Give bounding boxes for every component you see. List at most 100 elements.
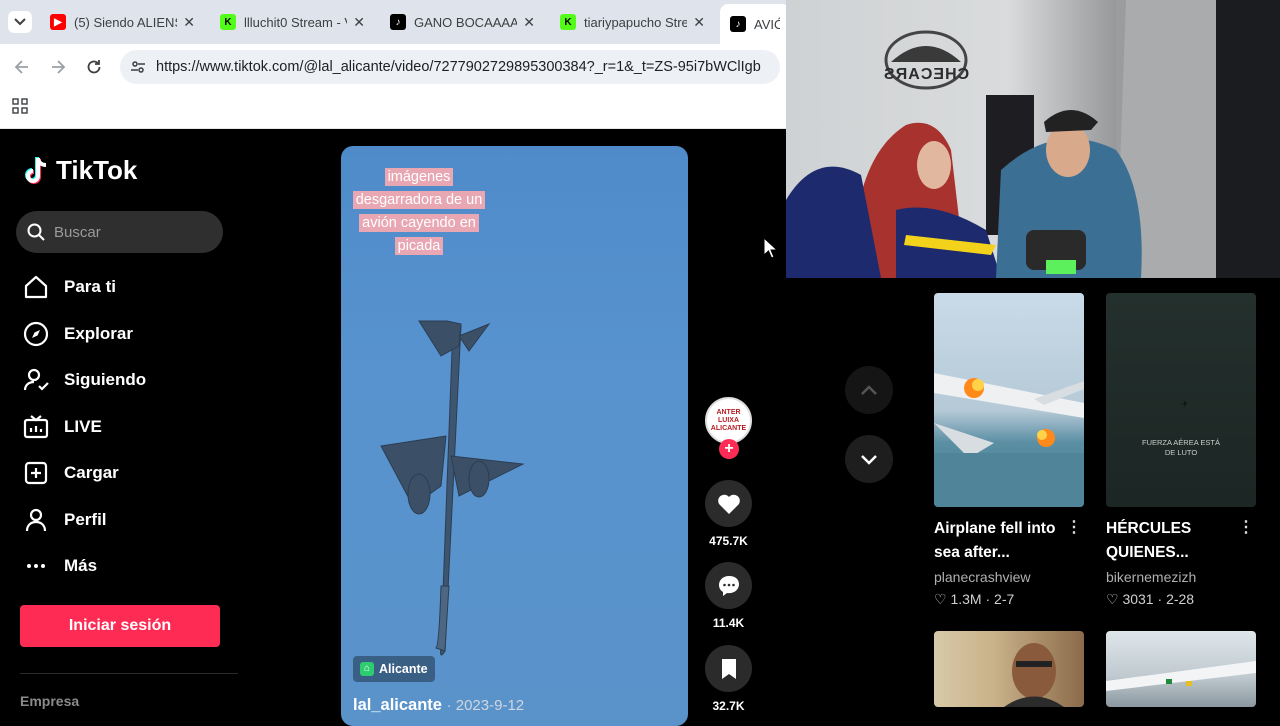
search-box[interactable] bbox=[16, 211, 223, 253]
related-video-user[interactable]: planecrashview bbox=[934, 569, 1084, 585]
author-avatar[interactable]: ANTER LUIXA ALICANTE bbox=[705, 397, 752, 444]
video-thumbnail[interactable] bbox=[1106, 631, 1256, 707]
video-thumbnail[interactable] bbox=[934, 293, 1084, 507]
video-player[interactable]: imágenes desgarradora de un avión cayend… bbox=[341, 146, 688, 726]
footer-link-empresa[interactable]: Empresa bbox=[20, 693, 79, 709]
location-pin-icon: ⌂ bbox=[360, 662, 374, 676]
related-video-card[interactable] bbox=[934, 631, 1084, 707]
wall-sign: CHECARS bbox=[883, 66, 970, 83]
airplane-thumbnail-image bbox=[1106, 661, 1256, 691]
related-video-card[interactable]: FUERZA AÉREA ESTÁ DE LUTO ✈ HÉRCULES QUI… bbox=[1106, 293, 1256, 608]
close-tab-icon[interactable]: ✕ bbox=[523, 14, 535, 31]
tiktok-logo[interactable]: TikTok bbox=[24, 155, 137, 186]
more-options-icon[interactable]: ⋮ bbox=[1238, 517, 1254, 537]
bookmark-icon bbox=[721, 658, 736, 679]
nav-perfil[interactable]: Perfil bbox=[22, 500, 107, 540]
author-name[interactable]: lal_alicante bbox=[353, 696, 442, 714]
more-options-icon[interactable]: ⋮ bbox=[1066, 517, 1082, 537]
chevron-up-icon bbox=[861, 384, 877, 395]
video-thumbnail[interactable]: FUERZA AÉREA ESTÁ DE LUTO ✈ bbox=[1106, 293, 1256, 507]
previous-video-button[interactable] bbox=[845, 366, 893, 414]
thumbnail-overlay-text: FUERZA AÉREA ESTÁ DE LUTO bbox=[1142, 438, 1220, 457]
related-video-title[interactable]: HÉRCULES QUIENES... bbox=[1106, 517, 1236, 565]
sidebar-divider bbox=[20, 673, 238, 674]
nav-explorar[interactable]: Explorar bbox=[22, 314, 133, 354]
login-button[interactable]: Iniciar sesión bbox=[20, 605, 220, 647]
live-icon bbox=[22, 413, 50, 441]
save-action: 32.7K bbox=[705, 645, 752, 713]
related-video-user[interactable]: bikernemezizh bbox=[1106, 569, 1256, 585]
address-bar[interactable]: https://www.tiktok.com/@lal_alicante/vid… bbox=[120, 50, 780, 84]
location-tag[interactable]: ⌂ Alicante bbox=[353, 656, 435, 682]
airplane-crash-thumbnail-image bbox=[934, 373, 1084, 507]
close-tab-icon[interactable]: ✕ bbox=[183, 14, 195, 31]
nav-label: Más bbox=[64, 556, 98, 575]
close-tab-icon[interactable]: ✕ bbox=[693, 14, 705, 31]
site-settings-icon[interactable] bbox=[130, 59, 146, 79]
small-plane-silhouette: ✈ bbox=[1181, 399, 1189, 409]
heart-icon bbox=[717, 494, 740, 514]
browser-tab-active[interactable]: ♪ AVIÓN bbox=[720, 4, 790, 44]
nav-mas[interactable]: Más bbox=[22, 546, 97, 586]
bookmarks-bar bbox=[0, 90, 786, 129]
mouse-cursor-icon bbox=[763, 237, 777, 259]
related-video-card[interactable] bbox=[1106, 631, 1256, 707]
compass-icon bbox=[22, 320, 50, 348]
tab-title: tiariypapucho Stre bbox=[584, 14, 688, 30]
browser-tab-4[interactable]: K tiariypapucho Stre ✕ bbox=[550, 6, 715, 38]
related-video-stats: ♡ 3031 · 2-28 bbox=[1106, 591, 1195, 607]
nav-label: LIVE bbox=[64, 417, 102, 436]
comment-icon bbox=[718, 575, 739, 596]
webcam-overlay: CHECARS bbox=[786, 0, 1280, 278]
comment-action: 11.4K bbox=[705, 562, 752, 630]
forward-icon[interactable] bbox=[48, 57, 68, 82]
chevron-down-icon bbox=[861, 454, 877, 465]
browser-tab-3[interactable]: ♪ GANO BOCAAAA ✕ bbox=[380, 6, 545, 38]
like-button[interactable] bbox=[705, 480, 752, 527]
logo-text: TikTok bbox=[56, 155, 138, 185]
browser-toolbar: https://www.tiktok.com/@lal_alicante/vid… bbox=[0, 44, 786, 90]
upload-icon bbox=[22, 459, 50, 487]
nav-label: Cargar bbox=[64, 463, 119, 482]
nav-live[interactable]: LIVE bbox=[22, 407, 102, 447]
tab-title: GANO BOCAAAA bbox=[414, 14, 518, 30]
comment-button[interactable] bbox=[705, 562, 752, 609]
post-date: 2023-9-12 bbox=[455, 697, 525, 714]
tab-title: AVIÓN bbox=[754, 16, 780, 32]
home-icon bbox=[22, 273, 50, 301]
next-video-button[interactable] bbox=[845, 435, 893, 483]
tiktok-icon: ♪ bbox=[390, 14, 406, 30]
follow-plus-button[interactable]: + bbox=[719, 439, 739, 459]
back-icon[interactable] bbox=[12, 57, 32, 82]
url-text: https://www.tiktok.com/@lal_alicante/vid… bbox=[156, 59, 761, 75]
webcam-scene-image bbox=[786, 0, 1280, 278]
nav-cargar[interactable]: Cargar bbox=[22, 453, 119, 493]
nav-label: Para ti bbox=[64, 277, 116, 296]
nav-label: Explorar bbox=[64, 324, 133, 343]
close-tab-icon[interactable]: ✕ bbox=[353, 14, 365, 31]
nav-para-ti[interactable]: Para ti bbox=[22, 267, 116, 307]
nav-label: Perfil bbox=[64, 510, 107, 529]
heart-outline-icon: ♡ bbox=[934, 591, 947, 607]
comment-count: 11.4K bbox=[712, 616, 745, 630]
related-video-title[interactable]: Airplane fell into sea after... bbox=[934, 517, 1064, 565]
nav-siguiendo[interactable]: Siguiendo bbox=[22, 360, 146, 400]
browser-tab-1[interactable]: ▶ (5) Siendo ALIENS ✕ bbox=[40, 6, 205, 38]
tiktok-icon bbox=[25, 156, 47, 184]
video-thumbnail[interactable] bbox=[934, 631, 1084, 707]
related-video-card[interactable]: Airplane fell into sea after... ⋮ planec… bbox=[934, 293, 1084, 608]
video-author-line: lal_alicante · 2023-9-12 bbox=[353, 696, 525, 714]
youtube-icon: ▶ bbox=[50, 14, 66, 30]
avatar-text: ANTER LUIXA ALICANTE bbox=[710, 408, 747, 432]
browser-tab-2[interactable]: K llluchit0 Stream - V ✕ bbox=[210, 6, 375, 38]
search-icon bbox=[27, 223, 45, 241]
save-button[interactable] bbox=[705, 645, 752, 692]
like-count: 475.7K bbox=[709, 534, 748, 548]
reload-icon[interactable] bbox=[84, 57, 104, 82]
tab-list-dropdown-icon[interactable] bbox=[8, 11, 32, 33]
person-thumbnail-image bbox=[1004, 643, 1064, 707]
apps-grid-icon[interactable] bbox=[12, 98, 28, 119]
save-count: 32.7K bbox=[712, 699, 745, 713]
search-input[interactable] bbox=[54, 223, 214, 241]
nav-label: Siguiendo bbox=[64, 370, 147, 389]
